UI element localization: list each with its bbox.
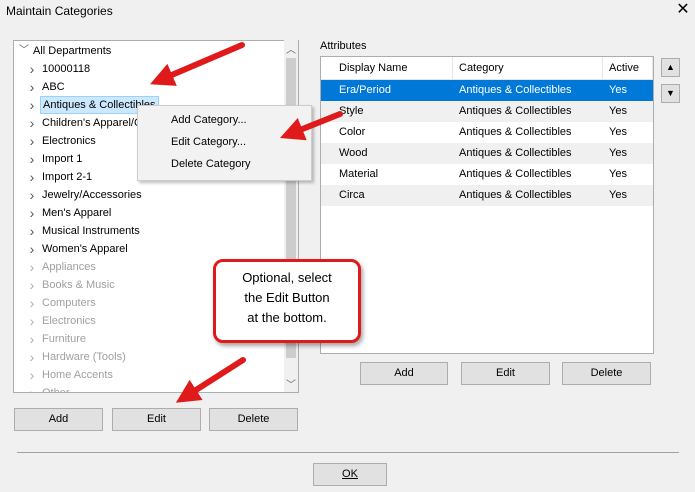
callout-line: the Edit Button	[244, 290, 330, 305]
callout-line: at the bottom.	[247, 310, 327, 325]
annotation-arrow-tree	[150, 42, 245, 86]
annotation-arrows	[150, 42, 343, 403]
annotation-callout: Optional, select the Edit Button at the …	[213, 259, 361, 343]
annotation-arrow-edit	[175, 357, 246, 403]
callout-line: Optional, select	[242, 270, 332, 285]
annotation-arrow-menu	[279, 111, 343, 141]
